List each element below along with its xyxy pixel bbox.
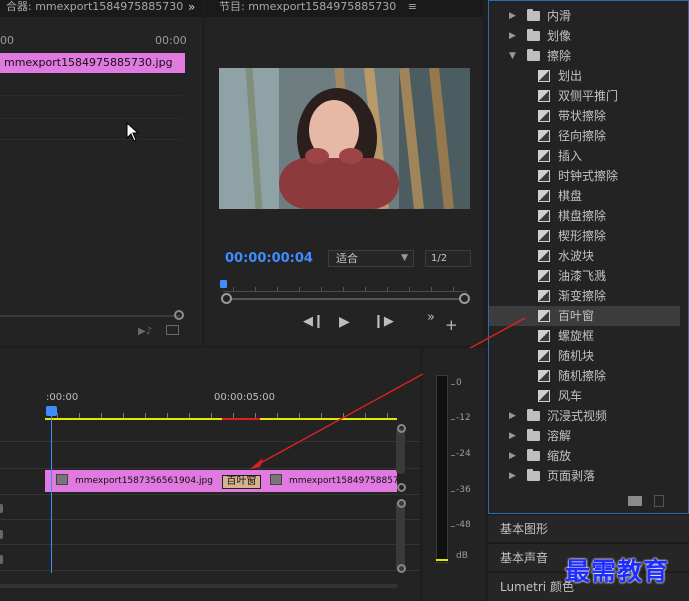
audio-meter-bar bbox=[436, 375, 448, 563]
meter-scale-label: -24 bbox=[456, 449, 471, 459]
audio-level bbox=[436, 559, 448, 561]
meter-scale-label: 0 bbox=[456, 378, 462, 388]
meter-scale-label: -12 bbox=[456, 413, 471, 423]
meter-tick bbox=[451, 455, 455, 456]
meter-tick bbox=[451, 384, 455, 385]
meter-scale-label: -48 bbox=[456, 520, 471, 530]
meter-scale-label: -36 bbox=[456, 485, 471, 495]
meter-tick bbox=[451, 491, 455, 492]
audio-meter-panel: 0 -12 -24 -36 -48 dB bbox=[423, 348, 485, 601]
annotation-arrow bbox=[250, 317, 526, 469]
meter-scale-label: dB bbox=[456, 551, 468, 561]
watermark-logo: 最需教育 bbox=[565, 557, 670, 586]
meter-tick bbox=[451, 526, 455, 527]
meter-tick bbox=[451, 419, 455, 420]
